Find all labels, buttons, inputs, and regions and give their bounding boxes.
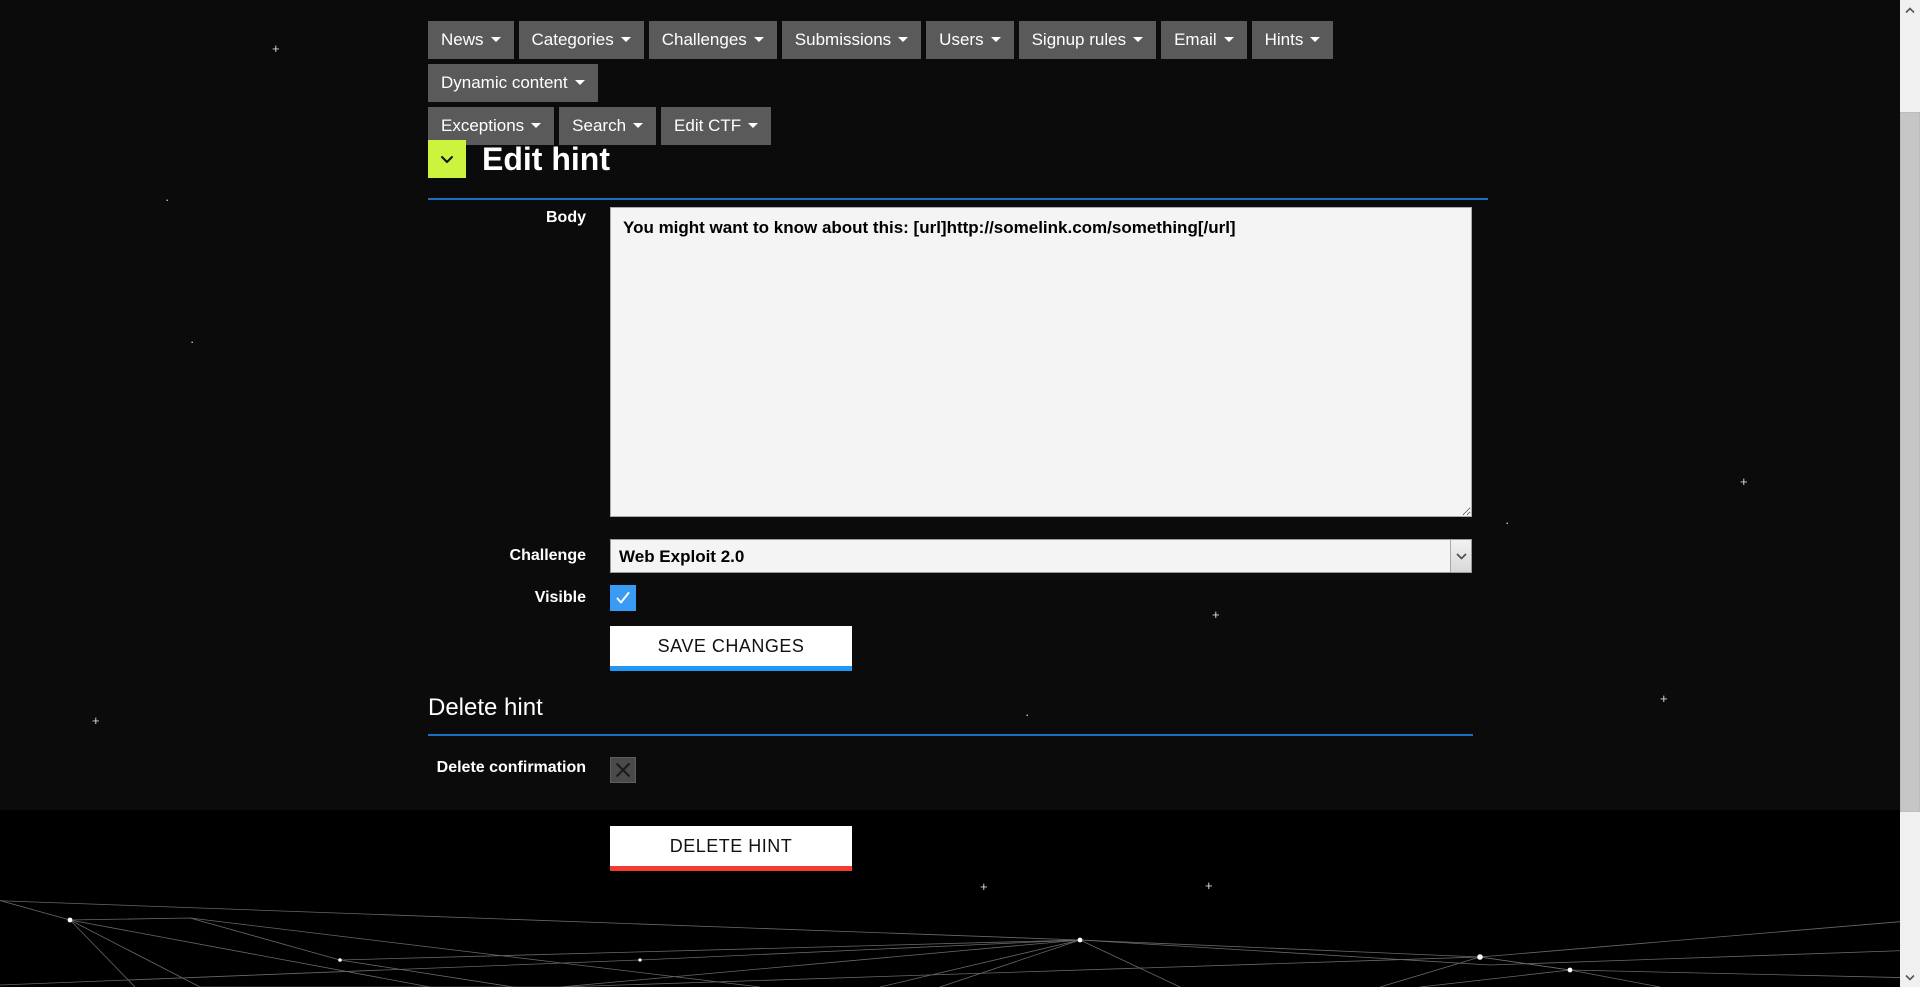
nav-item-label: Exceptions [441, 116, 525, 135]
delete-button-wrapper: DELETE HINT [610, 826, 852, 871]
delete-confirmation-label: Delete confirmation [436, 759, 586, 776]
nav-item-label: Email [1174, 30, 1217, 49]
nav-item-users[interactable]: Users [926, 21, 1014, 59]
nav-item-label: Challenges [661, 30, 747, 49]
body-textarea[interactable] [610, 207, 1472, 517]
nav-item-label: Signup rules [1031, 30, 1127, 49]
delete-button-underline [610, 866, 852, 871]
body-field-label: Body [546, 209, 586, 226]
chevron-down-icon [1905, 974, 1915, 981]
chevron-down-icon [753, 37, 764, 42]
nav-item-challenges[interactable]: Challenges [648, 21, 777, 59]
collapse-toggle-button[interactable] [428, 140, 466, 178]
form-row-visible: Visible [420, 585, 1510, 611]
chevron-down-icon [441, 156, 453, 163]
nav-item-label: Dynamic content [441, 73, 568, 92]
broken-image-icon [615, 762, 631, 778]
nav-item-email[interactable]: Email [1161, 21, 1247, 59]
nav-item-label: Categories [531, 30, 614, 49]
svg-text:+: + [272, 41, 280, 56]
visible-checkbox[interactable] [610, 585, 636, 611]
nav-item-label: Search [572, 116, 627, 135]
challenge-field-label: Challenge [509, 547, 586, 565]
chevron-down-icon [1133, 37, 1144, 42]
delete-button-control: DELETE HINT [610, 826, 1510, 871]
nav-item-label: Users [939, 30, 984, 49]
svg-text:+: + [92, 713, 100, 728]
delete-section-title: Delete hint [428, 694, 1473, 736]
chevron-down-icon [1310, 37, 1321, 42]
page-header-line: Edit hint [428, 140, 1488, 200]
nav-item-news[interactable]: News [428, 21, 514, 59]
scrollbar-track-upper[interactable] [1900, 20, 1920, 112]
form-row-delete-button: DELETE HINT [420, 826, 1510, 871]
form-row-save: SAVE CHANGES [420, 626, 1510, 671]
save-button-wrapper: SAVE CHANGES [610, 626, 852, 671]
svg-text:·: · [165, 192, 169, 207]
chevron-down-icon [633, 123, 644, 128]
chevron-down-icon [748, 123, 759, 128]
chevron-down-icon [531, 123, 542, 128]
nav-item-label: Submissions [794, 30, 892, 49]
nav-item-hints[interactable]: Hints [1251, 21, 1334, 59]
chevron-down-icon [990, 37, 1001, 42]
chevron-down-icon [574, 80, 585, 85]
admin-navbar: News Categories Challenges Submissions U… [428, 21, 1488, 150]
nav-item-label: Edit CTF [674, 116, 742, 135]
chevron-down-icon [620, 37, 631, 42]
page-title: Edit hint [482, 141, 610, 177]
save-changes-button[interactable]: SAVE CHANGES [610, 626, 852, 666]
chevron-up-icon [1905, 6, 1915, 13]
visible-field-label: Visible [534, 589, 586, 607]
svg-text:+: + [1660, 691, 1668, 706]
navbar-row-1: News Categories Challenges Submissions U… [428, 21, 1488, 102]
form-row-delete-confirmation: Delete confirmation [420, 757, 1510, 783]
challenge-field-control: Web Exploit 2.0 [610, 539, 1510, 573]
challenge-select[interactable]: Web Exploit 2.0 [610, 539, 1472, 573]
challenge-select-wrapper: Web Exploit 2.0 [610, 539, 1472, 573]
delete-hint-button[interactable]: DELETE HINT [610, 826, 852, 866]
page-header: Edit hint [428, 140, 1488, 200]
scrollbar-up-button[interactable] [1900, 0, 1920, 20]
save-button-control: SAVE CHANGES [610, 626, 1510, 671]
body-field-control [610, 207, 1510, 522]
chevron-down-icon [1223, 37, 1234, 42]
page-viewport: + · · + + · + + · + + News Categories Ch… [0, 0, 1920, 987]
save-button-underline [610, 666, 852, 671]
svg-text:·: · [190, 334, 194, 349]
chevron-down-icon [898, 37, 909, 42]
visible-field-control [610, 585, 1510, 611]
delete-confirmation-checkbox[interactable] [610, 757, 636, 783]
nav-item-categories[interactable]: Categories [518, 21, 644, 59]
vertical-scrollbar[interactable] [1900, 0, 1920, 987]
scrollbar-down-button[interactable] [1900, 967, 1920, 987]
svg-text:+: + [1740, 474, 1748, 489]
scrollbar-track-lower[interactable] [1900, 812, 1920, 967]
nav-item-signup-rules[interactable]: Signup rules [1018, 21, 1157, 59]
nav-item-submissions[interactable]: Submissions [781, 21, 922, 59]
delete-confirmation-control [610, 757, 1510, 783]
delete-section-header: Delete hint [428, 694, 1473, 736]
nav-item-label: Hints [1264, 30, 1304, 49]
checkmark-icon [616, 592, 630, 604]
nav-item-dynamic-content[interactable]: Dynamic content [428, 64, 598, 102]
form-row-body: Body [420, 207, 1510, 522]
nav-item-label: News [441, 30, 484, 49]
form-row-challenge: Challenge Web Exploit 2.0 [420, 539, 1510, 573]
chevron-down-icon [490, 37, 501, 42]
scrollbar-thumb[interactable] [1900, 112, 1920, 812]
